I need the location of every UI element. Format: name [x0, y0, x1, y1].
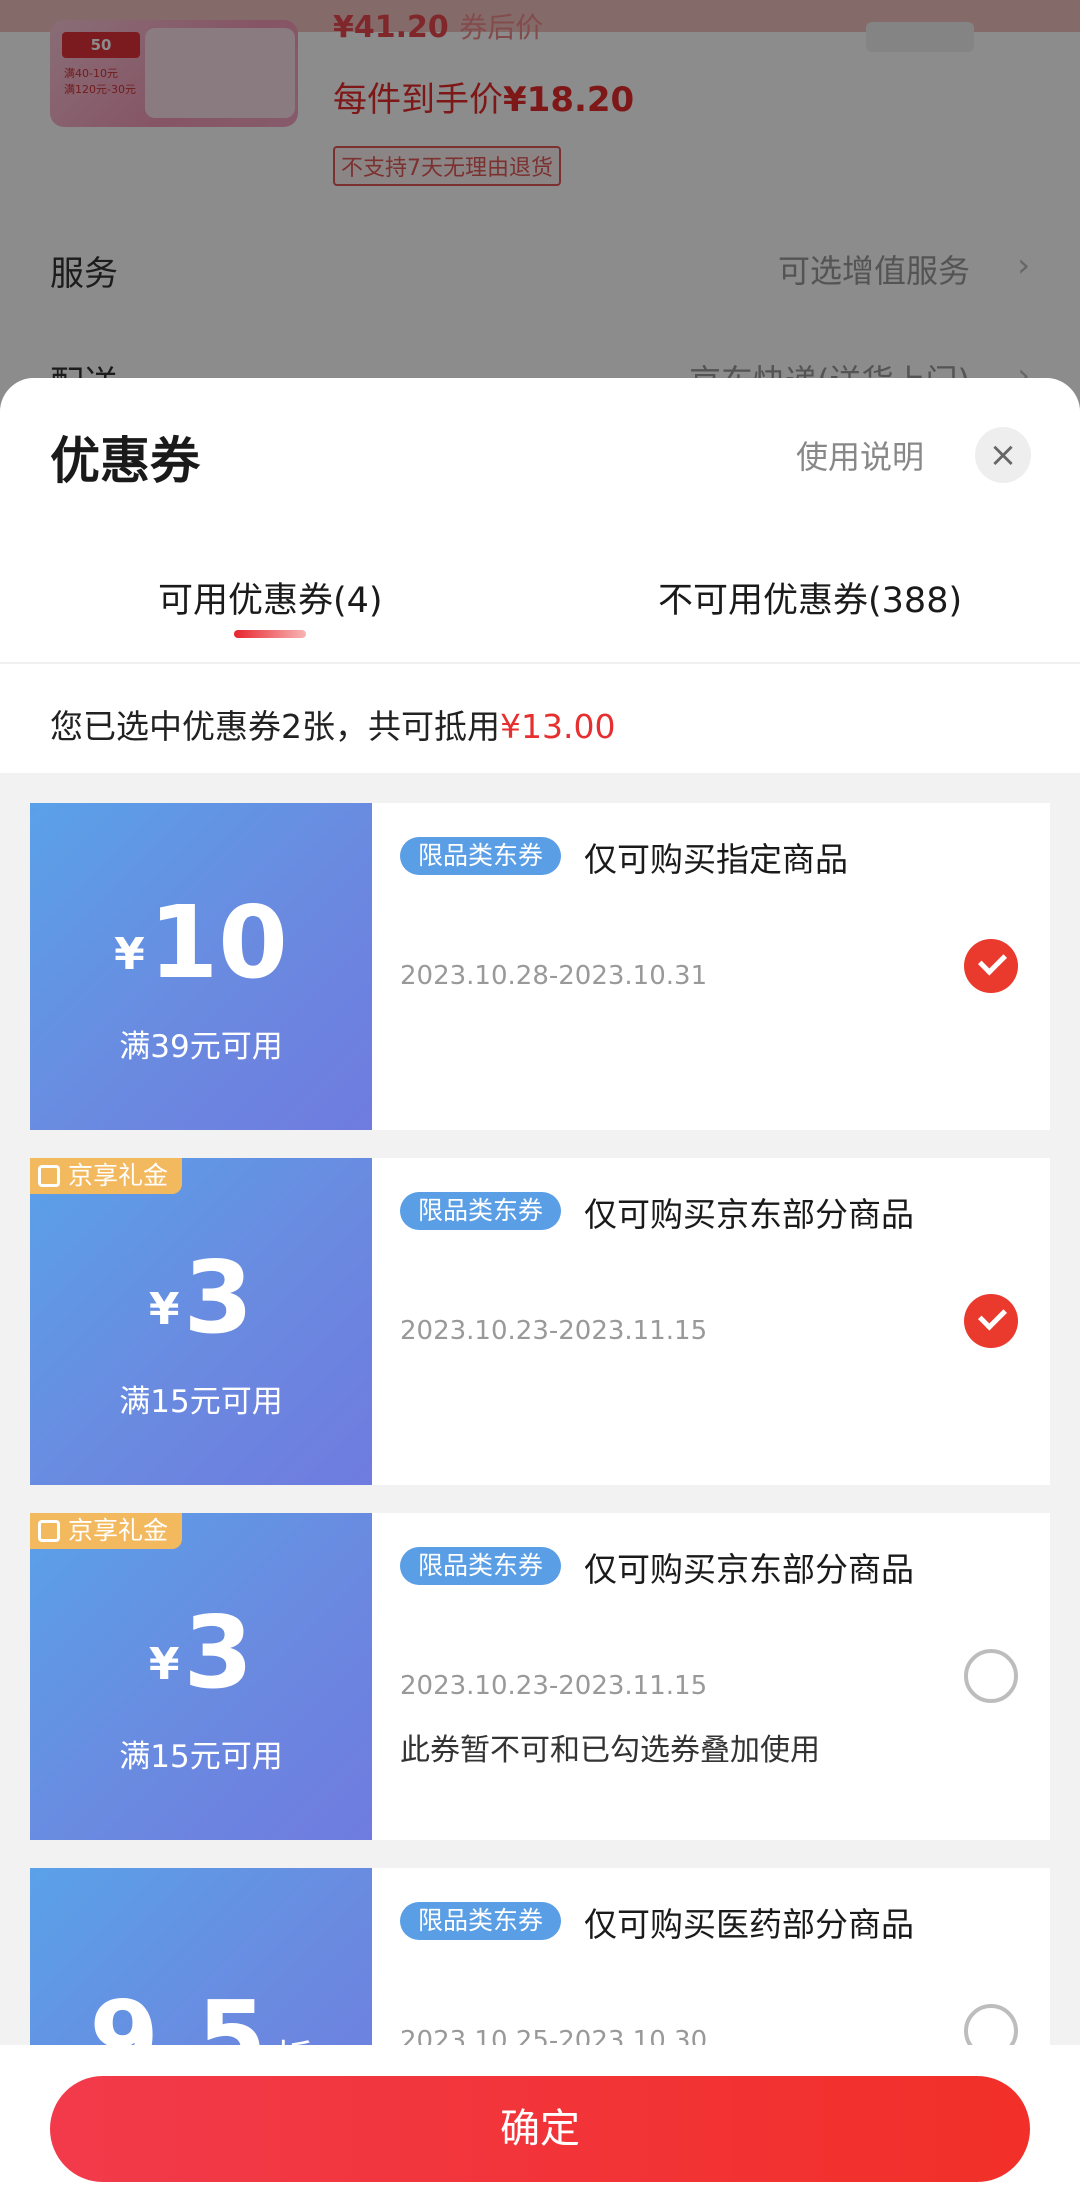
close-icon[interactable]: ×: [975, 427, 1031, 483]
coupon-type-badge: 限品类东券: [400, 837, 562, 875]
coupon-card[interactable]: ¥10 满39元可用 限品类东券 仅可购买指定商品 2023.10.28-202…: [23, 803, 1050, 1130]
coupon-amount: ¥10: [30, 893, 372, 993]
coupon-title: 仅可购买指定商品: [584, 840, 848, 879]
sheet-header: 优惠券 使用说明 × 可用优惠券(4) 不可用优惠券(388) 您已选中优惠券2…: [0, 378, 1080, 773]
coupon-scallop-edge: [23, 1158, 37, 1485]
coupon-checkbox-unchecked[interactable]: [964, 1649, 1018, 1703]
tab-available-coupons[interactable]: 可用优惠券(4): [158, 572, 383, 623]
coupon-value-panel: 京享礼金 ¥3 满15元可用: [30, 1513, 372, 1840]
coupon-sheet: 优惠券 使用说明 × 可用优惠券(4) 不可用优惠券(388) 您已选中优惠券2…: [0, 378, 1080, 2211]
coupon-condition: 满15元可用: [119, 1384, 283, 1420]
coupon-type-badge: 限品类东券: [400, 1547, 562, 1585]
coupon-stacking-note: 此券暂不可和已勾选券叠加使用: [400, 1733, 820, 1768]
coupon-title: 仅可购买京东部分商品: [584, 1550, 914, 1589]
tab-unavailable-coupons[interactable]: 不可用优惠券(388): [658, 572, 962, 623]
coupon-condition: 满39元可用: [119, 1029, 283, 1065]
divider: [0, 662, 1080, 664]
gift-tag: 京享礼金: [30, 1513, 183, 1549]
gift-tag: 京享礼金: [30, 1158, 183, 1194]
coupon-scallop-edge: [23, 803, 37, 1130]
sheet-title: 优惠券: [50, 432, 200, 490]
coupon-condition: 满15元可用: [119, 1739, 283, 1775]
gift-tag-label: 京享礼金: [68, 1161, 169, 1190]
summary-amount: ¥13.00: [500, 707, 616, 746]
coupon-checkbox-checked[interactable]: [964, 1294, 1018, 1348]
amount-value: 3: [183, 1239, 254, 1356]
coupon-validity-dates: 2023.10.23-2023.11.15: [400, 1671, 708, 1701]
coupon-validity-dates: 2023.10.28-2023.10.31: [400, 961, 708, 991]
coupon-amount: ¥3: [30, 1248, 372, 1348]
coupon-type-badge: 限品类东券: [400, 1192, 562, 1230]
coupon-title: 仅可购买医药部分商品: [584, 1905, 914, 1944]
amount-value: 10: [148, 884, 288, 1001]
gift-bag-icon: [38, 1520, 60, 1542]
coupon-title: 仅可购买京东部分商品: [584, 1195, 914, 1234]
footer-bar: 确定: [0, 2045, 1080, 2211]
selection-summary: 您已选中优惠券2张，共可抵用¥13.00: [50, 700, 615, 748]
coupon-card[interactable]: 京享礼金 ¥3 满15元可用 限品类东券 仅可购买京东部分商品 2023.10.…: [23, 1513, 1050, 1840]
coupon-scallop-edge: [23, 1513, 37, 1840]
coupon-validity-dates: 2023.10.23-2023.11.15: [400, 1316, 708, 1346]
amount-value: 3: [183, 1594, 254, 1711]
gift-bag-icon: [38, 1165, 60, 1187]
active-tab-indicator: [234, 630, 306, 638]
coupon-card[interactable]: 京享礼金 ¥3 满15元可用 限品类东券 仅可购买京东部分商品 2023.10.…: [23, 1158, 1050, 1485]
confirm-button[interactable]: 确定: [50, 2076, 1030, 2182]
currency-symbol: ¥: [148, 1639, 180, 1690]
coupon-amount: ¥3: [30, 1603, 372, 1703]
gift-tag-label: 京享礼金: [68, 1516, 169, 1545]
currency-symbol: ¥: [114, 929, 145, 980]
modal-backdrop[interactable]: [0, 0, 1080, 420]
coupon-checkbox-checked[interactable]: [964, 939, 1018, 993]
coupon-value-panel: ¥10 满39元可用: [30, 803, 372, 1130]
coupon-value-panel: 京享礼金 ¥3 满15元可用: [30, 1158, 372, 1485]
summary-text: 您已选中优惠券2张，共可抵用: [50, 707, 500, 746]
usage-instructions-link[interactable]: 使用说明: [796, 432, 924, 478]
currency-symbol: ¥: [148, 1284, 180, 1335]
coupon-type-badge: 限品类东券: [400, 1902, 562, 1940]
